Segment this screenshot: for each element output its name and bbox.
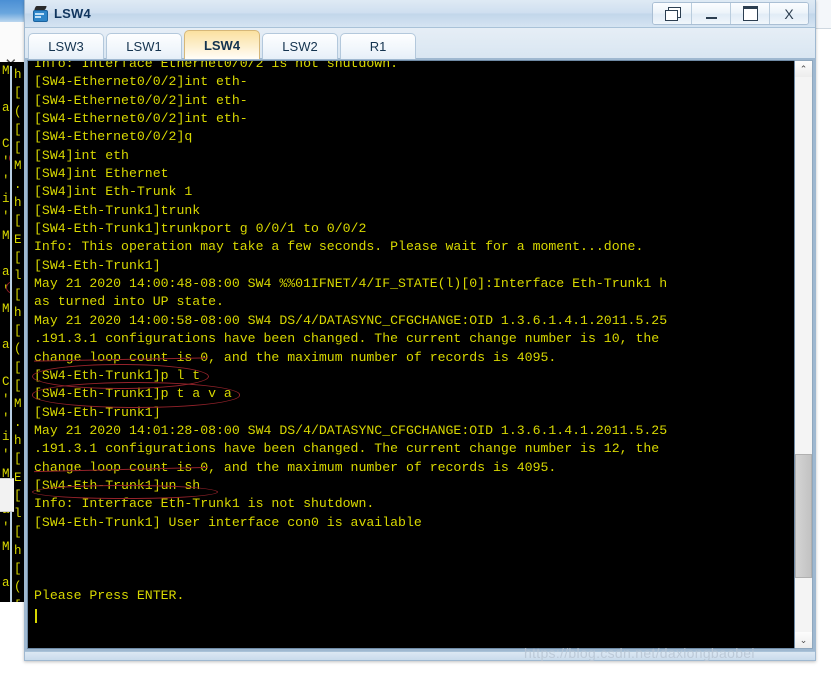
window-titlebar[interactable]: LSW4 X	[25, 0, 815, 28]
scrollbar-track[interactable]	[795, 77, 812, 632]
terminal-line: [SW4-Ethernet0/0/2]int eth-	[34, 74, 248, 90]
terminal-line: [SW4-Ethernet0/0/2]q	[34, 129, 193, 145]
terminal-line: change loop count is 0, and the maximum …	[34, 459, 557, 475]
minimize-icon	[705, 16, 717, 19]
terminal-line: May 21 2020 14:01:28-08:00 SW4 DS/4/DATA…	[34, 422, 668, 438]
terminal-line: as turned into UP state.	[34, 294, 224, 310]
terminal-line: .191.3.1 configurations have been change…	[34, 331, 660, 347]
maximize-icon	[742, 6, 758, 21]
terminal-line: [SW4-Eth-Trunk1]p l t	[34, 367, 201, 383]
terminal-line: Info: This operation may take a few seco…	[34, 239, 644, 255]
maximize-button[interactable]	[731, 3, 770, 24]
tab-label: LSW1	[126, 39, 162, 54]
terminal-line: [SW4-Eth-Trunk1]p t a v a	[34, 386, 232, 402]
restore-icon	[664, 7, 681, 21]
tab-lsw2[interactable]: LSW2	[262, 33, 338, 59]
terminal-area: Info: Interface Ethernet0/0/2 is not shu…	[25, 59, 815, 651]
lsw4-console-window: LSW4 X LSW3 LSW1 LSW4 LSW2 R1 Info: Inte…	[24, 0, 816, 661]
terminal-line: [SW4-Ethernet0/0/2]int eth-	[34, 92, 248, 108]
terminal-line: [SW4-Eth-Trunk1]	[34, 257, 161, 273]
tab-label: LSW2	[282, 39, 318, 54]
terminal-line: [SW4-Ethernet0/0/2]int eth-	[34, 111, 248, 127]
terminal-line: Please Press ENTER.	[34, 587, 185, 603]
tab-lsw4[interactable]: LSW4	[184, 30, 260, 59]
terminal-line: [SW4-Eth-Trunk1]un sh	[34, 477, 201, 493]
scrollbar-thumb[interactable]	[795, 454, 812, 579]
chevron-up-icon: ⌃	[799, 63, 808, 74]
screenshot-root: ✕2 Ma h l [ a ( [ Cr [ 's M 's . in h 's…	[0, 0, 831, 673]
terminal-line: [SW4-Eth-Trunk1] User interface con0 is …	[34, 514, 422, 530]
background-left-titlebar	[0, 0, 27, 22]
background-white-strip	[0, 478, 14, 512]
tab-lsw1[interactable]: LSW1	[106, 33, 182, 59]
chevron-down-icon: ⌄	[799, 634, 808, 645]
terminal-scrollbar[interactable]: ⌃ ⌄	[794, 60, 813, 649]
scroll-down-button[interactable]: ⌄	[795, 632, 812, 648]
terminal-cursor	[35, 608, 37, 623]
tab-label: R1	[369, 39, 387, 54]
close-icon: X	[784, 5, 794, 22]
tab-label: LSW3	[48, 39, 84, 54]
tab-lsw3[interactable]: LSW3	[28, 33, 104, 59]
scroll-up-button[interactable]: ⌃	[795, 61, 812, 77]
terminal-line: May 21 2020 14:00:58-08:00 SW4 DS/4/DATA…	[34, 312, 668, 328]
terminal-line: .191.3.1 configurations have been change…	[34, 441, 660, 457]
restore-window-button[interactable]	[653, 3, 692, 24]
terminal-line: May 21 2020 14:00:48-08:00 SW4 %%01IFNET…	[34, 276, 668, 292]
terminal-line: Info: Interface Eth-Trunk1 is not shutdo…	[34, 496, 375, 512]
terminal-line: [SW4]int Ethernet	[34, 166, 169, 182]
terminal-line: [SW4]int Eth-Trunk 1	[34, 184, 193, 200]
switch-icon	[32, 5, 49, 22]
tab-label: LSW4	[203, 37, 241, 53]
cli-terminal[interactable]: Info: Interface Ethernet0/0/2 is not shu…	[27, 60, 794, 649]
terminal-line: [SW4]int eth	[34, 147, 129, 163]
watermark: https://blog.csdn.net/daxiongbaobei	[524, 645, 755, 661]
close-button[interactable]: X	[770, 3, 808, 24]
background-terminal-text-2: h [ ( [ [ M . h [ E [ l [ h [ ( [ [ M . …	[14, 68, 22, 642]
terminal-line: [SW4-Eth-Trunk1]trunk	[34, 202, 201, 218]
window-title: LSW4	[54, 6, 91, 21]
terminal-output: Info: Interface Ethernet0/0/2 is not shu…	[34, 60, 668, 624]
terminal-line: [SW4-Eth-Trunk1]trunkport g 0/0/1 to 0/0…	[34, 221, 367, 237]
minimize-button[interactable]	[692, 3, 731, 24]
terminal-line: [SW4-Eth-Trunk1]	[34, 404, 161, 420]
terminal-line: Info: Interface Ethernet0/0/2 is not shu…	[34, 60, 399, 71]
tab-r1[interactable]: R1	[340, 33, 416, 59]
device-tab-bar: LSW3 LSW1 LSW4 LSW2 R1	[25, 28, 815, 59]
terminal-line: change loop count is 0, and the maximum …	[34, 349, 557, 365]
window-controls: X	[652, 2, 809, 25]
